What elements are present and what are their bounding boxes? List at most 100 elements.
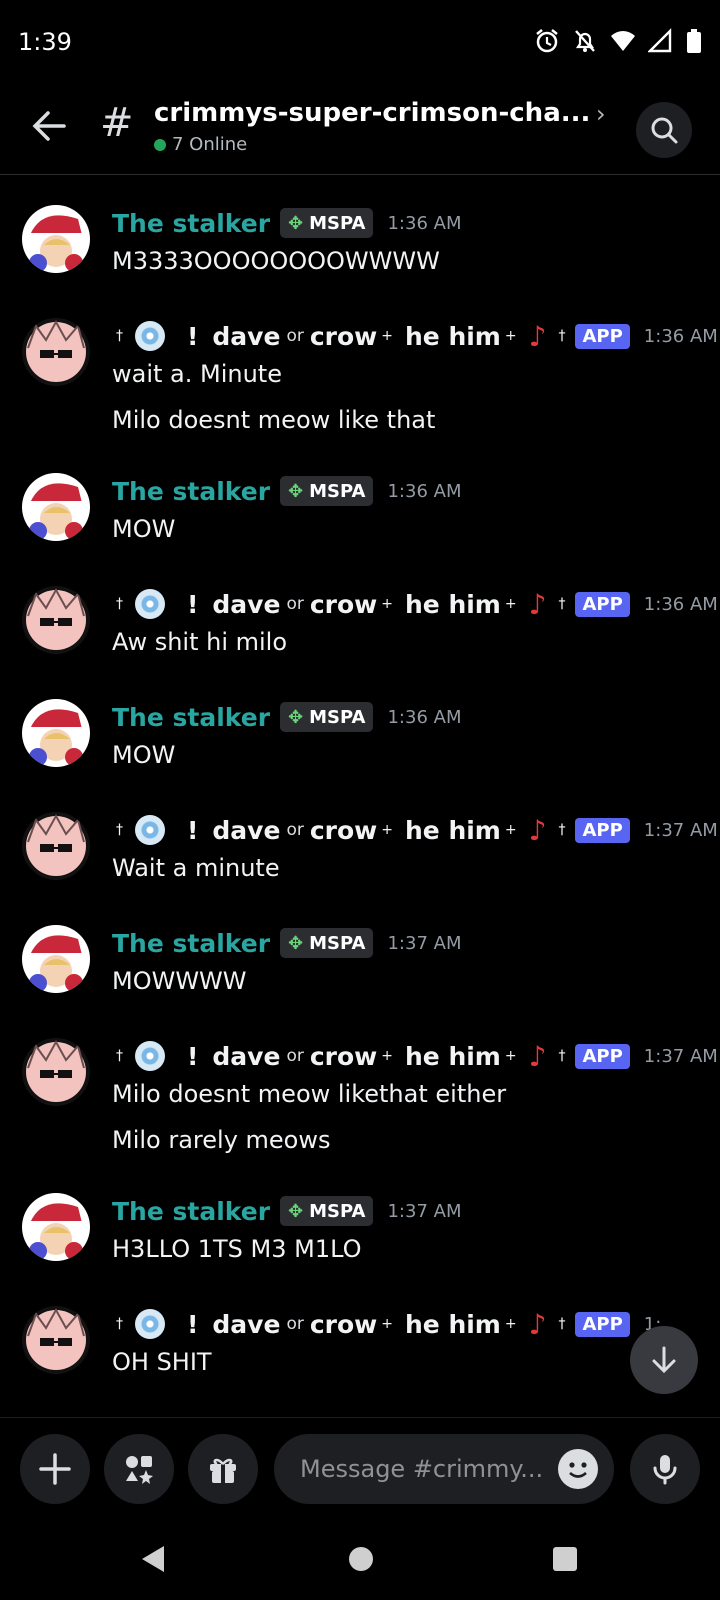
message-input[interactable]: [274, 1434, 614, 1504]
apps-button[interactable]: [104, 1434, 174, 1504]
message-text: Milo doesnt meow likethat either: [112, 1080, 507, 1108]
server-tag[interactable]: ✥ MSPA: [280, 702, 374, 732]
disc-icon: [135, 589, 165, 619]
arrow-down-icon: [652, 1346, 676, 1374]
app-badge: APP: [575, 323, 630, 349]
guitar-icon: ♪: [528, 587, 547, 621]
signal-icon: [647, 28, 674, 54]
guitar-icon: ♪: [528, 1039, 547, 1073]
channel-title[interactable]: crimmys-super-crimson-cha...: [154, 98, 590, 128]
clover-icon: ✥: [288, 480, 304, 502]
message-text: Milo rarely meows: [112, 1126, 331, 1154]
avatar[interactable]: [22, 473, 90, 541]
author-name[interactable]: The stalker: [112, 209, 270, 238]
timestamp: 1:37 AM: [643, 1045, 718, 1067]
chevron-right-icon[interactable]: ›: [596, 100, 606, 128]
avatar[interactable]: [22, 1038, 90, 1106]
voice-message-button[interactable]: [630, 1434, 700, 1504]
timestamp: 1:36 AM: [387, 212, 462, 234]
plus-icon: [39, 1453, 71, 1485]
message-text: MOW: [112, 741, 176, 769]
clover-icon: ✥: [288, 932, 304, 954]
recents-nav-icon[interactable]: [551, 1544, 579, 1574]
emoji-button[interactable]: [558, 1449, 598, 1489]
message-composer: [0, 1417, 720, 1518]
message-input-field[interactable]: [298, 1454, 552, 1484]
gift-button[interactable]: [188, 1434, 258, 1504]
clover-icon: ✥: [288, 212, 304, 234]
jump-to-latest-button[interactable]: [630, 1326, 698, 1394]
avatar[interactable]: [22, 1193, 90, 1261]
timestamp: 1:36 AM: [387, 706, 462, 728]
message-text: Wait a minute: [112, 854, 280, 882]
wifi-icon: [610, 28, 636, 54]
back-nav-icon[interactable]: [138, 1544, 166, 1574]
app-badge: APP: [575, 817, 630, 843]
server-tag[interactable]: ✥ MSPA: [280, 208, 374, 238]
message-text: Aw shit hi milo: [112, 628, 288, 656]
bell-off-icon: [572, 28, 598, 54]
avatar[interactable]: [22, 318, 90, 386]
author-name[interactable]: The stalker: [112, 1197, 270, 1226]
search-button[interactable]: [636, 102, 692, 158]
server-tag[interactable]: ✥ MSPA: [280, 1196, 374, 1226]
server-tag[interactable]: ✥ MSPA: [280, 928, 374, 958]
message-text: MOW: [112, 515, 176, 543]
guitar-icon: ♪: [528, 1307, 547, 1341]
timestamp: 1:37 AM: [387, 1200, 462, 1222]
apps-icon: [126, 1456, 153, 1484]
guitar-icon: ♪: [528, 319, 547, 353]
timestamp: 1:37 AM: [643, 819, 718, 841]
system-navigation-bar: [0, 1518, 720, 1600]
message-text: OH SHIT: [112, 1348, 212, 1376]
online-status: 7 Online: [154, 134, 247, 155]
app-badge: APP: [575, 591, 630, 617]
timestamp: 1:36 AM: [387, 480, 462, 502]
avatar[interactable]: [22, 205, 90, 273]
author-name[interactable]: The stalker: [112, 929, 270, 958]
message-list[interactable]: The stalker ✥ MSPA 1:36 AM M3333OOOOOOOOW…: [0, 175, 720, 1415]
alarm-icon: [534, 28, 560, 54]
timestamp: 1:36 AM: [643, 593, 718, 615]
message-text: MOWWWW: [112, 967, 247, 995]
channel-header: # crimmys-super-crimson-cha... › 7 Onlin…: [0, 84, 720, 175]
app-badge: APP: [575, 1043, 630, 1069]
home-nav-icon[interactable]: [347, 1544, 375, 1574]
message-text: M3333OOOOOOOOWWWW: [112, 247, 440, 275]
author-name[interactable]: † ! dave or crow + he him + ♪ † APP 1:37…: [112, 812, 718, 848]
online-count: 7 Online: [172, 134, 248, 155]
message-text: wait a. Minute: [112, 360, 282, 388]
author-name[interactable]: † ! dave or crow + he him + ♪ † APP 1:37…: [112, 1038, 718, 1074]
arrow-left-icon: [32, 111, 66, 141]
disc-icon: [135, 321, 165, 351]
clover-icon: ✥: [288, 706, 304, 728]
avatar[interactable]: [22, 699, 90, 767]
guitar-icon: ♪: [528, 813, 547, 847]
author-name[interactable]: † ! dave or crow + he him + ♪ † APP 1:36…: [112, 586, 718, 622]
message-text: Milo doesnt meow like that: [112, 406, 436, 434]
author-name[interactable]: † ! dave or crow + he him + ♪ † APP 1:36…: [112, 318, 718, 354]
author-name[interactable]: The stalker: [112, 703, 270, 732]
hashtag-icon: #: [100, 100, 134, 146]
battery-icon: [686, 28, 702, 54]
message-text: H3LLO 1TS M3 M1LO: [112, 1235, 362, 1263]
microphone-icon: [653, 1455, 677, 1485]
app-badge: APP: [575, 1311, 630, 1337]
status-bar: 1:39: [0, 0, 720, 84]
timestamp: 1:37 AM: [387, 932, 462, 954]
author-name[interactable]: The stalker: [112, 477, 270, 506]
gift-icon: [210, 1458, 236, 1483]
avatar[interactable]: [22, 812, 90, 880]
author-name[interactable]: † ! dave or crow + he him + ♪ † APP 1:: [112, 1306, 661, 1342]
search-icon: [651, 117, 678, 144]
avatar[interactable]: [22, 586, 90, 654]
add-attachment-button[interactable]: [20, 1434, 90, 1504]
avatar[interactable]: [22, 1306, 90, 1374]
disc-icon: [135, 1041, 165, 1071]
back-button[interactable]: [28, 104, 72, 148]
online-dot: [154, 138, 166, 151]
avatar[interactable]: [22, 925, 90, 993]
server-tag[interactable]: ✥ MSPA: [280, 476, 374, 506]
status-time: 1:39: [18, 28, 72, 56]
disc-icon: [135, 815, 165, 845]
